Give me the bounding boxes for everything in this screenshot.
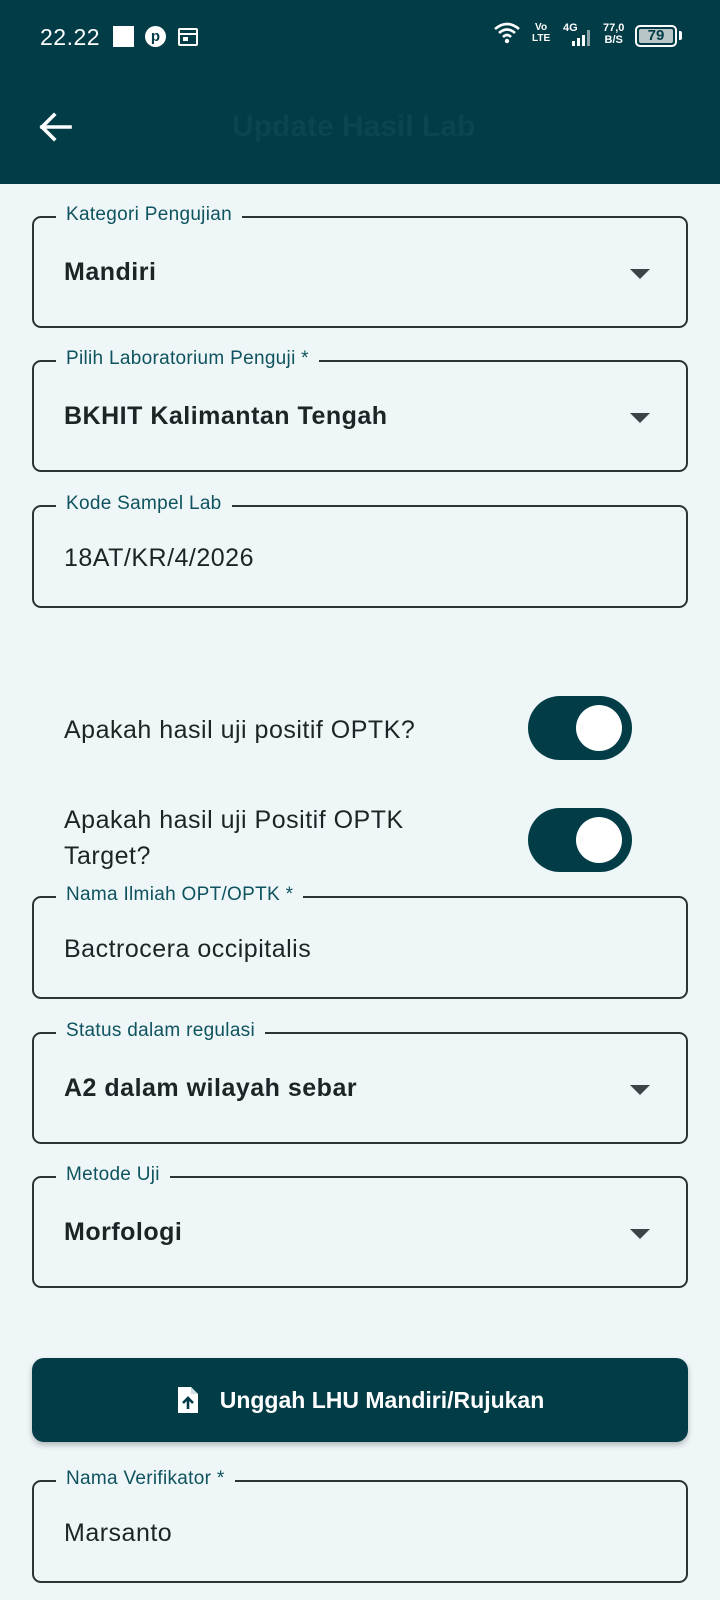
kategori-pengujian-dropdown[interactable]: Kategori Pengujian Mandiri <box>32 204 688 328</box>
calendar-icon <box>178 28 198 46</box>
status-time: 22.22 <box>40 24 101 50</box>
laboratorium-penguji-value: BKHIT Kalimantan Tengah <box>64 402 388 430</box>
laboratorium-penguji-label: Pilih Laboratorium Penguji * <box>56 348 319 370</box>
pinterest-icon: p <box>145 26 166 47</box>
battery-icon: 79 <box>635 25 677 47</box>
upload-lhu-label: Unggah LHU Mandiri/Rujukan <box>219 1386 545 1413</box>
metode-uji-label: Metode Uji <box>56 1164 170 1186</box>
nama-ilmiah-input[interactable]: Nama Ilmiah OPT/OPTK * Bactrocera occipi… <box>32 884 688 999</box>
kode-sampel-label: Kode Sampel Lab <box>56 493 232 515</box>
kategori-pengujian-label: Kategori Pengujian <box>56 204 242 226</box>
status-regulasi-value: A2 dalam wilayah sebar <box>64 1074 358 1102</box>
signal-icon <box>572 30 590 46</box>
positif-optk-switch[interactable] <box>528 696 632 760</box>
speed-value: 77,0 <box>603 22 625 34</box>
dropdown-arrow-icon <box>630 1229 650 1239</box>
nama-verifikator-label: Nama Verifikator * <box>56 1468 235 1490</box>
app-bar: Update Hasil Lab <box>0 72 720 184</box>
speed-unit: B/S <box>604 34 623 46</box>
kategori-pengujian-value: Mandiri <box>64 258 157 286</box>
wifi-icon <box>494 22 520 44</box>
switch-thumb <box>576 705 622 751</box>
notification-square-icon <box>113 26 134 47</box>
nama-verifikator-value: Marsanto <box>64 1519 173 1547</box>
nama-verifikator-input[interactable]: Nama Verifikator * Marsanto <box>32 1468 688 1583</box>
metode-uji-dropdown[interactable]: Metode Uji Morfologi <box>32 1164 688 1288</box>
positif-optk-target-switch[interactable] <box>528 808 632 872</box>
dropdown-arrow-icon <box>630 269 650 279</box>
battery-level: 79 <box>639 28 673 43</box>
status-bar: 22.22 p Vo LTE 4G 77,0 B/S 79 <box>0 0 720 72</box>
upload-lhu-button[interactable]: Unggah LHU Mandiri/Rujukan <box>32 1358 688 1442</box>
positif-optk-label: Apakah hasil uji positif OPTK? <box>64 716 416 744</box>
laboratorium-penguji-dropdown[interactable]: Pilih Laboratorium Penguji * BKHIT Kalim… <box>32 348 688 472</box>
back-button[interactable] <box>30 102 80 152</box>
volte-bottom: LTE <box>532 33 551 44</box>
switch-thumb <box>576 817 622 863</box>
arrow-left-icon <box>39 112 72 142</box>
volte-top: Vo <box>535 22 548 33</box>
battery-tip <box>679 31 682 40</box>
network-speed: 77,0 B/S <box>603 22 624 46</box>
status-regulasi-label: Status dalam regulasi <box>56 1020 266 1042</box>
volte-indicator: Vo LTE <box>532 22 550 44</box>
dropdown-arrow-icon <box>630 413 650 423</box>
kode-sampel-value: 18AT/KR/4/2026 <box>64 544 254 572</box>
metode-uji-value: Morfologi <box>64 1218 183 1246</box>
nama-ilmiah-label: Nama Ilmiah OPT/OPTK * <box>56 884 304 906</box>
nama-ilmiah-value: Bactrocera occipitalis <box>64 935 312 963</box>
file-upload-icon <box>177 1387 198 1413</box>
dropdown-arrow-icon <box>630 1085 650 1095</box>
status-regulasi-dropdown[interactable]: Status dalam regulasi A2 dalam wilayah s… <box>32 1020 688 1144</box>
kode-sampel-input[interactable]: Kode Sampel Lab 18AT/KR/4/2026 <box>32 493 688 608</box>
page-title: Update Hasil Lab <box>232 110 476 143</box>
positif-optk-target-label: Apakah hasil uji Positif OPTK Target? <box>64 806 404 870</box>
